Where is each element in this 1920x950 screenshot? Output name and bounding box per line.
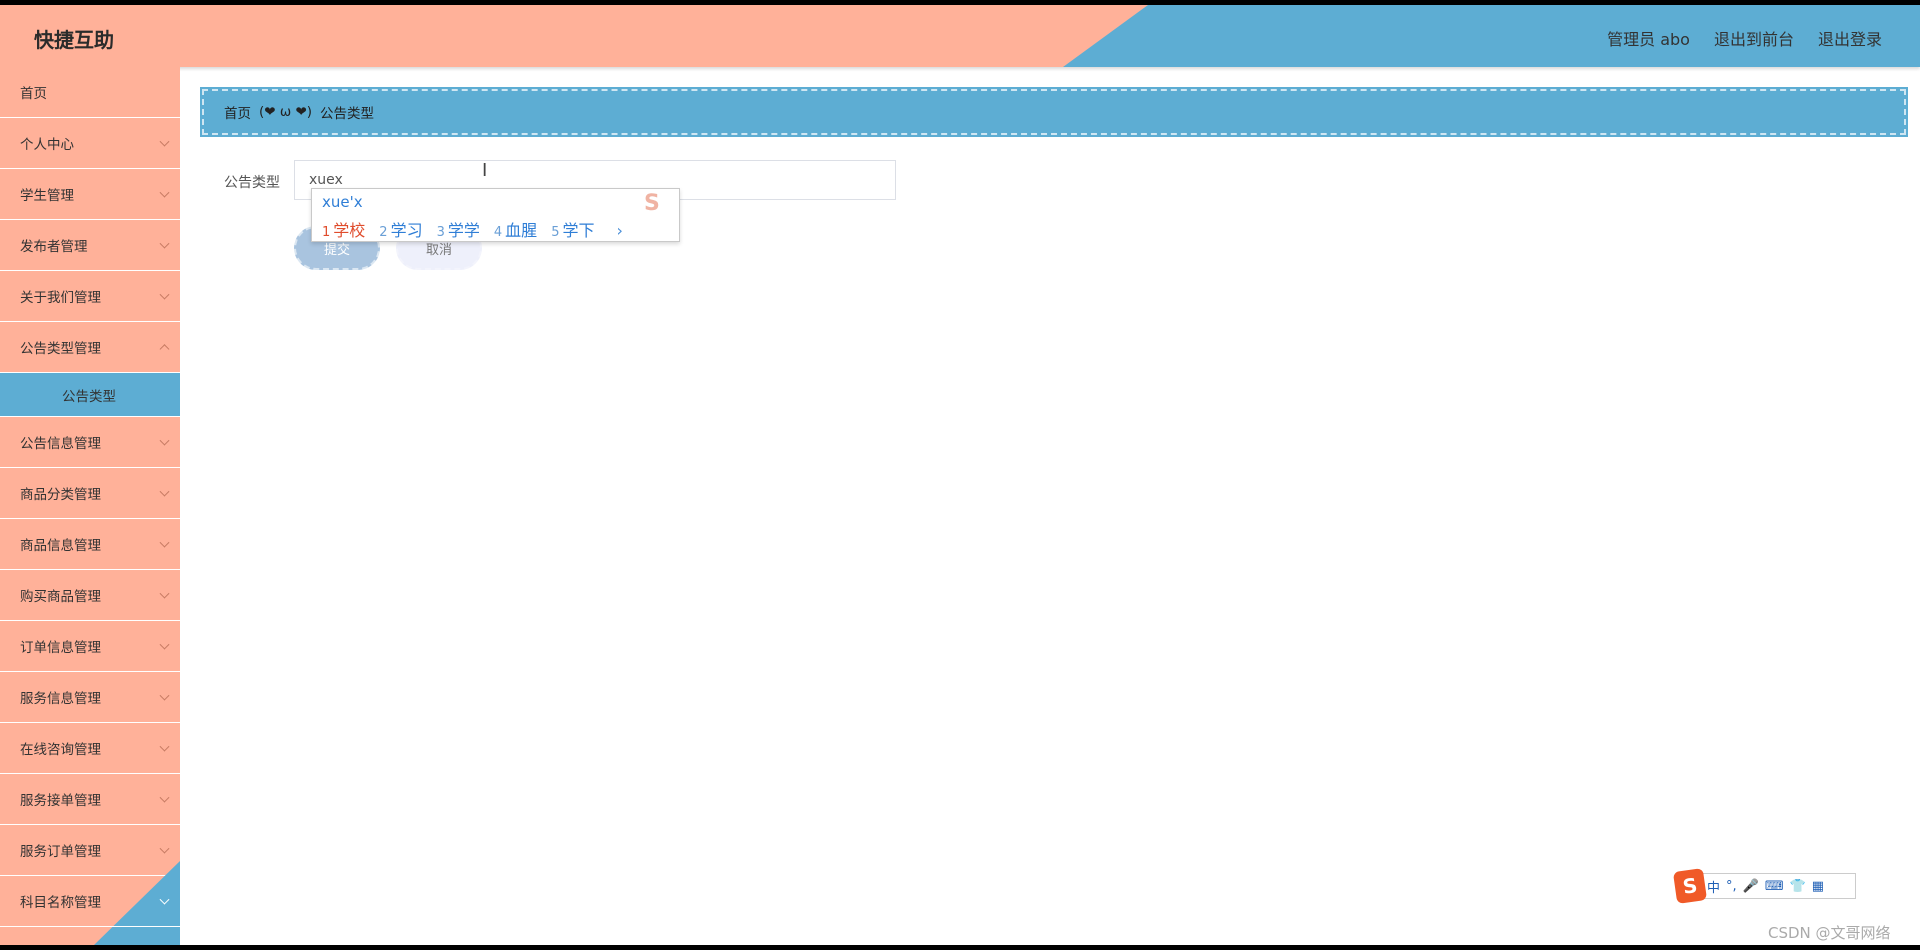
sidebar-item-personal-center[interactable]: 个人中心 bbox=[0, 118, 180, 169]
keyboard-icon[interactable]: ⌨ bbox=[1765, 879, 1784, 894]
sidebar-item-orders[interactable]: 订单信息管理 bbox=[0, 621, 180, 672]
sidebar-item-label: 公告信息管理 bbox=[20, 436, 101, 452]
sidebar-item-label: 个人中心 bbox=[20, 137, 74, 153]
chevron-right-icon[interactable]: › bbox=[616, 221, 622, 240]
sidebar-subitem-notice-type[interactable]: 公告类型 bbox=[0, 373, 180, 417]
sidebar-item-purchase[interactable]: 购买商品管理 bbox=[0, 570, 180, 621]
top-header: 快捷互助 管理员 abo 退出到前台 退出登录 bbox=[0, 5, 1920, 67]
chevron-down-icon bbox=[159, 894, 170, 905]
chevron-down-icon bbox=[159, 435, 170, 446]
sidebar-item-notice-type[interactable]: 公告类型管理 bbox=[0, 322, 180, 373]
chevron-down-icon bbox=[159, 537, 170, 548]
sidebar-item-label: 服务信息管理 bbox=[20, 691, 101, 707]
chinese-mode-icon[interactable]: 中 bbox=[1707, 877, 1720, 896]
punctuation-icon[interactable]: °, bbox=[1726, 879, 1737, 894]
header-actions: 管理员 abo 退出到前台 退出登录 bbox=[1607, 26, 1882, 50]
chevron-down-icon bbox=[159, 238, 170, 249]
app-title: 快捷互助 bbox=[34, 28, 114, 52]
sidebar-item-label: 首页 bbox=[20, 86, 47, 102]
chevron-down-icon bbox=[159, 843, 170, 854]
sidebar-item-service-accept[interactable]: 服务接单管理 bbox=[0, 774, 180, 825]
ime-candidate[interactable]: 2 学习 bbox=[379, 217, 422, 241]
admin-user-label[interactable]: 管理员 abo bbox=[1607, 26, 1690, 50]
ime-candidate[interactable]: 1 学校 bbox=[322, 217, 365, 241]
chevron-down-icon bbox=[159, 792, 170, 803]
chevron-down-icon bbox=[159, 187, 170, 198]
breadcrumb: 首页 (❤ ω ❤) 公告类型 bbox=[200, 87, 1908, 137]
ime-candidate-list: 1 学校 2 学习 3 学学 4 血腥 5 学下 › bbox=[322, 217, 623, 241]
ime-status-toolbar: S 中 °, 🎤 ⌨ 👕 ▦ bbox=[1672, 868, 1856, 904]
sidebar-item-label: 发布者管理 bbox=[20, 239, 88, 255]
sidebar-item-label: 在线咨询管理 bbox=[20, 742, 101, 758]
skin-shirt-icon[interactable]: 👕 bbox=[1790, 879, 1806, 894]
sidebar-item-product-info[interactable]: 商品信息管理 bbox=[0, 519, 180, 570]
sidebar-item-product-category[interactable]: 商品分类管理 bbox=[0, 468, 180, 519]
sidebar-item-students[interactable]: 学生管理 bbox=[0, 169, 180, 220]
sidebar-item-label: 购买商品管理 bbox=[20, 589, 101, 605]
sidebar-menu: 首页 个人中心 学生管理 发布者管理 关于我们管理 公告类型管理 公告类型 公告… bbox=[0, 67, 180, 945]
toolbox-grid-icon[interactable]: ▦ bbox=[1812, 879, 1824, 894]
chevron-down-icon bbox=[159, 289, 170, 300]
chevron-up-icon bbox=[159, 344, 170, 355]
sidebar-item-service-info[interactable]: 服务信息管理 bbox=[0, 672, 180, 723]
sidebar-item-service-orders[interactable]: 服务订单管理 bbox=[0, 825, 180, 876]
ime-composition-text: xue'x bbox=[322, 193, 363, 211]
chevron-down-icon bbox=[159, 486, 170, 497]
chevron-down-icon bbox=[159, 588, 170, 599]
sidebar-item-notice-info[interactable]: 公告信息管理 bbox=[0, 417, 180, 468]
app-window: 快捷互助 管理员 abo 退出到前台 退出登录 首页 个人中心 学生管理 发布者… bbox=[0, 5, 1920, 945]
sidebar-item-label: 学生管理 bbox=[20, 188, 74, 204]
sidebar-item-label: 科目名称管理 bbox=[20, 895, 101, 911]
sidebar-item-subjects[interactable]: 科目名称管理 bbox=[0, 876, 180, 927]
chevron-down-icon bbox=[159, 136, 170, 147]
sidebar-item-label: 关于我们管理 bbox=[20, 290, 101, 306]
sidebar-item-consultation[interactable]: 在线咨询管理 bbox=[0, 723, 180, 774]
breadcrumb-home[interactable]: 首页 bbox=[224, 102, 251, 122]
ime-candidate[interactable]: 5 学下 bbox=[551, 217, 594, 241]
sidebar-item-label: 订单信息管理 bbox=[20, 640, 101, 656]
sogou-logo-icon[interactable]: S bbox=[1672, 868, 1708, 904]
notice-type-label: 公告类型 bbox=[224, 175, 280, 191]
sidebar-item-label: 公告类型管理 bbox=[20, 341, 101, 357]
ime-candidate[interactable]: 4 血腥 bbox=[494, 217, 537, 241]
sidebar-item-label: 服务订单管理 bbox=[20, 844, 101, 860]
chevron-down-icon bbox=[159, 690, 170, 701]
ime-candidate[interactable]: 3 学学 bbox=[437, 217, 480, 241]
chevron-down-icon bbox=[159, 741, 170, 752]
sidebar-item-label: 服务接单管理 bbox=[20, 793, 101, 809]
breadcrumb-current: 公告类型 bbox=[320, 106, 375, 122]
sidebar-item-about[interactable]: 关于我们管理 bbox=[0, 271, 180, 322]
text-cursor-icon: I bbox=[482, 160, 488, 181]
chevron-down-icon bbox=[159, 639, 170, 650]
exit-to-front-link[interactable]: 退出到前台 bbox=[1714, 26, 1794, 50]
watermark-text: CSDN @文哥网络 bbox=[1768, 924, 1891, 942]
sidebar-item-publishers[interactable]: 发布者管理 bbox=[0, 220, 180, 271]
sogou-logo-icon: S bbox=[644, 191, 660, 216]
microphone-icon[interactable]: 🎤 bbox=[1743, 879, 1759, 894]
sidebar-item-label: 商品分类管理 bbox=[20, 487, 101, 503]
sidebar-subitem-label: 公告类型 bbox=[62, 388, 116, 405]
ime-candidate-popup: xue'x S 1 学校 2 学习 3 学学 4 血腥 5 学下 › bbox=[311, 188, 680, 242]
sidebar-item-home[interactable]: 首页 bbox=[0, 67, 180, 118]
sidebar-item-label: 商品信息管理 bbox=[20, 538, 101, 554]
logout-link[interactable]: 退出登录 bbox=[1818, 26, 1882, 50]
breadcrumb-separator: (❤ ω ❤) bbox=[259, 104, 313, 120]
